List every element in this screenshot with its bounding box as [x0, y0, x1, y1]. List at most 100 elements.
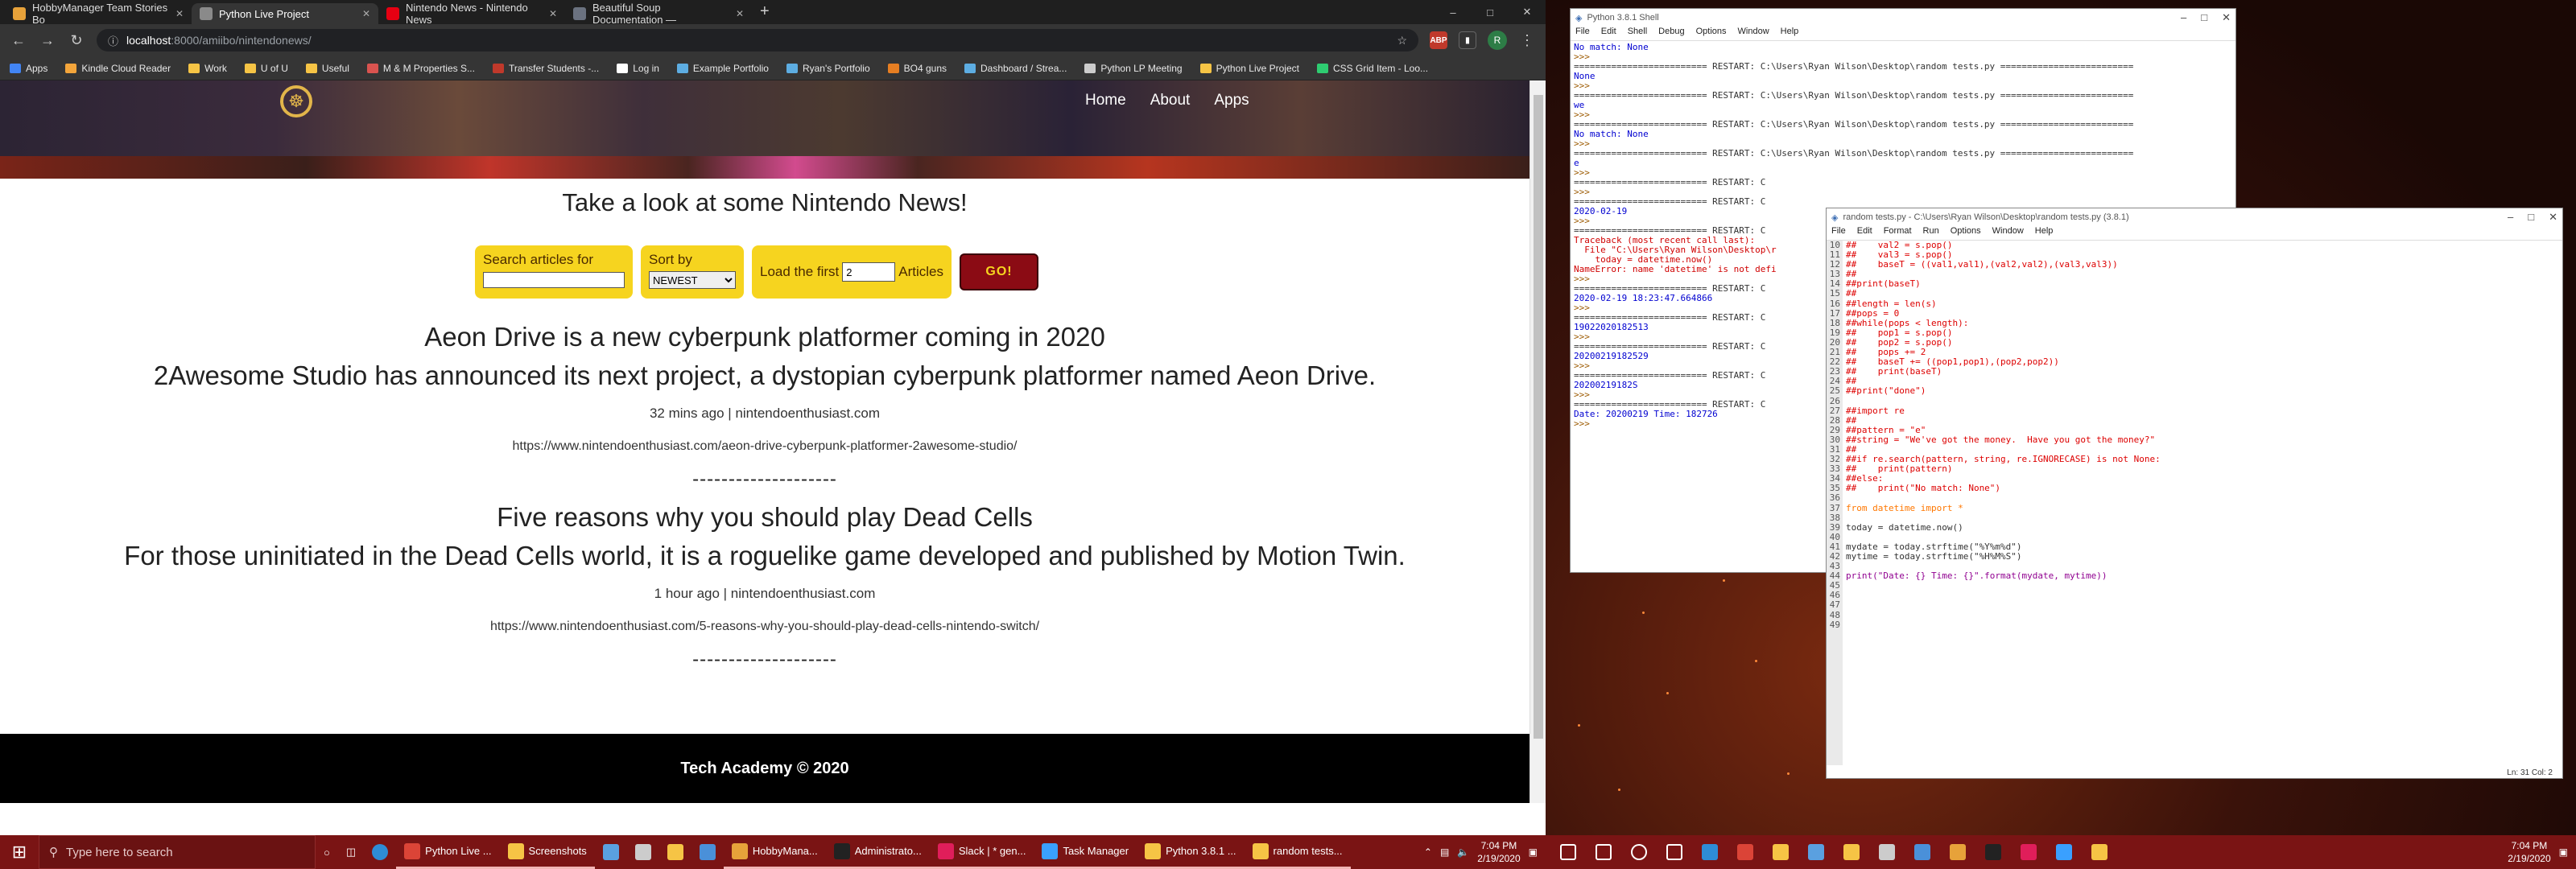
cortana-icon[interactable]: ○	[316, 835, 338, 869]
go-button[interactable]: GO!	[960, 253, 1039, 290]
tab-close-icon[interactable]: ✕	[362, 8, 370, 19]
back-arrow-icon[interactable]: ←	[10, 32, 27, 49]
sort-select[interactable]: NEWEST	[649, 271, 736, 289]
search-icon[interactable]	[1586, 835, 1621, 869]
editor-window[interactable]: ◈ random tests.py - C:\Users\Ryan Wilson…	[1826, 208, 2563, 779]
taskbar-app[interactable]	[659, 835, 691, 869]
task-view-icon[interactable]	[1657, 835, 1692, 869]
chrome-icon[interactable]	[1728, 835, 1763, 869]
nav-link-about[interactable]: About	[1150, 92, 1191, 109]
bookmark-item[interactable]: Kindle Cloud Reader	[65, 63, 171, 74]
taskbar-app[interactable]	[691, 835, 724, 869]
scrollbar-thumb[interactable]	[1534, 95, 1543, 739]
forward-arrow-icon[interactable]: →	[39, 32, 56, 49]
adblock-extension-icon[interactable]: ABP	[1430, 31, 1447, 49]
windows-start-icon[interactable]: ⊞	[0, 835, 39, 869]
page-scrollbar[interactable]	[1530, 80, 1546, 803]
start-icon[interactable]	[1550, 835, 1586, 869]
bookmark-item[interactable]: M & M Properties S...	[366, 63, 475, 74]
close-icon[interactable]: ✕	[1509, 0, 1546, 24]
shell-menu-item[interactable]: Edit	[1601, 27, 1616, 40]
menu-dots-icon[interactable]: ⋮	[1518, 32, 1536, 49]
task-view-icon[interactable]: ◫	[338, 835, 364, 869]
browser-tab[interactable]: Beautiful Soup Documentation — ✕	[565, 2, 752, 26]
bookmark-item[interactable]: Dashboard / Strea...	[964, 63, 1067, 74]
bookmark-item[interactable]: Transfer Students -...	[492, 63, 599, 74]
taskbar-app[interactable]	[595, 835, 627, 869]
maximize-icon[interactable]: □	[2201, 11, 2207, 24]
article-url[interactable]: https://www.nintendoenthusiast.com/5-rea…	[0, 620, 1530, 634]
edge-icon[interactable]	[1692, 835, 1728, 869]
close-icon[interactable]: ✕	[2222, 11, 2231, 24]
taskmgr-icon[interactable]	[2046, 835, 2082, 869]
tab-close-icon[interactable]: ✕	[175, 8, 184, 19]
maximize-icon[interactable]: □	[1472, 0, 1509, 24]
taskbar-app[interactable]: Slack | * gen...	[929, 835, 1034, 869]
editor-menu-item[interactable]: Run	[1923, 226, 1939, 240]
tray-chevron-icon[interactable]: ⌃	[1424, 846, 1432, 858]
taskbar-app[interactable]: random tests...	[1244, 835, 1351, 869]
bookmark-item[interactable]: Python Live Project	[1199, 63, 1299, 74]
bookmark-item[interactable]: Example Portfolio	[676, 63, 769, 74]
editor-menu-item[interactable]: Options	[1951, 226, 1981, 240]
info-icon[interactable]: ⓘ	[108, 33, 118, 48]
site-logo-helm-icon[interactable]: ☸	[280, 85, 312, 117]
bookmark-item[interactable]: Log in	[617, 63, 659, 74]
bookmark-item[interactable]: U of U	[244, 63, 288, 74]
explorer-icon[interactable]	[1763, 835, 1798, 869]
calculator-icon[interactable]	[1869, 835, 1905, 869]
profile-avatar[interactable]: R	[1488, 31, 1507, 50]
editor-code-area[interactable]: 10 11 12 13 14 15 16 17 18 19 20 21 22 2…	[1827, 240, 2553, 765]
extension-icon[interactable]: ▮	[1459, 31, 1476, 49]
browser-tab[interactable]: Nintendo News - Nintendo News ✕	[378, 2, 565, 26]
volume-icon[interactable]: 🔈	[1457, 846, 1469, 858]
python-icon[interactable]	[2082, 835, 2117, 869]
search-input[interactable]	[483, 271, 625, 288]
article-count-input[interactable]	[842, 262, 896, 282]
notifications-icon[interactable]: ▣	[2559, 846, 2568, 858]
taskbar-search[interactable]: ⚲ Type here to search	[39, 835, 316, 869]
editor-menu-item[interactable]: Edit	[1857, 226, 1872, 240]
editor-menu-item[interactable]: Window	[1992, 226, 2024, 240]
bookmark-item[interactable]: CSS Grid Item - Loo...	[1316, 63, 1428, 74]
browser-tab[interactable]: Python Live Project ✕	[192, 3, 378, 24]
bookmark-item[interactable]: Python LP Meeting	[1084, 63, 1183, 74]
bookmark-item[interactable]: Apps	[10, 63, 47, 74]
taskbar-clock[interactable]: 7:04 PM 2/19/2020	[1477, 839, 1520, 865]
shell-menu-item[interactable]: Debug	[1658, 27, 1684, 40]
address-bar[interactable]: ⓘ localhost:8000/amiibo/nintendonews/ ☆	[97, 29, 1418, 51]
edge-icon[interactable]	[364, 835, 396, 869]
shell-menu-item[interactable]: Options	[1696, 27, 1727, 40]
new-tab-button[interactable]: +	[760, 2, 770, 21]
editor-menu-item[interactable]: File	[1831, 226, 1846, 240]
taskbar-app[interactable]	[627, 835, 659, 869]
taskbar-clock-right[interactable]: 7:04 PM 2/19/2020	[2508, 839, 2550, 865]
article-url[interactable]: https://www.nintendoenthusiast.com/aeon-…	[0, 439, 1530, 454]
photos-icon[interactable]	[1905, 835, 1940, 869]
minimize-icon[interactable]: –	[1435, 0, 1472, 24]
browser-tab[interactable]: HobbyManager Team Stories Bo ✕	[5, 2, 192, 26]
bookmark-item[interactable]: Useful	[305, 63, 349, 74]
close-icon[interactable]: ✕	[2549, 211, 2557, 224]
maximize-icon[interactable]: □	[2528, 211, 2534, 224]
shell-menu-item[interactable]: Help	[1781, 27, 1799, 40]
network-icon[interactable]: ▤	[1440, 846, 1449, 858]
notepad-icon[interactable]	[1798, 835, 1834, 869]
minimize-icon[interactable]: –	[2508, 211, 2513, 224]
sticky-icon[interactable]	[1834, 835, 1869, 869]
cmd-icon[interactable]	[1975, 835, 2011, 869]
shell-menu-item[interactable]: Shell	[1628, 27, 1647, 40]
taskbar-app[interactable]: Python Live ...	[396, 835, 500, 869]
cortana-icon[interactable]	[1621, 835, 1657, 869]
bookmark-item[interactable]: BO4 guns	[887, 63, 947, 74]
taskbar-app[interactable]: Task Manager	[1034, 835, 1137, 869]
bookmark-item[interactable]: Ryan's Portfolio	[786, 63, 870, 74]
hobby-icon[interactable]	[1940, 835, 1975, 869]
taskbar-app[interactable]: Administrato...	[825, 835, 930, 869]
taskbar-app[interactable]: HobbyMana...	[723, 835, 826, 869]
taskbar-app[interactable]: Screenshots	[499, 835, 595, 869]
notifications-icon[interactable]: ▣	[1529, 846, 1538, 858]
bookmark-item[interactable]: Work	[188, 63, 227, 74]
tab-close-icon[interactable]: ✕	[736, 8, 744, 19]
nav-link-apps[interactable]: Apps	[1214, 92, 1249, 109]
